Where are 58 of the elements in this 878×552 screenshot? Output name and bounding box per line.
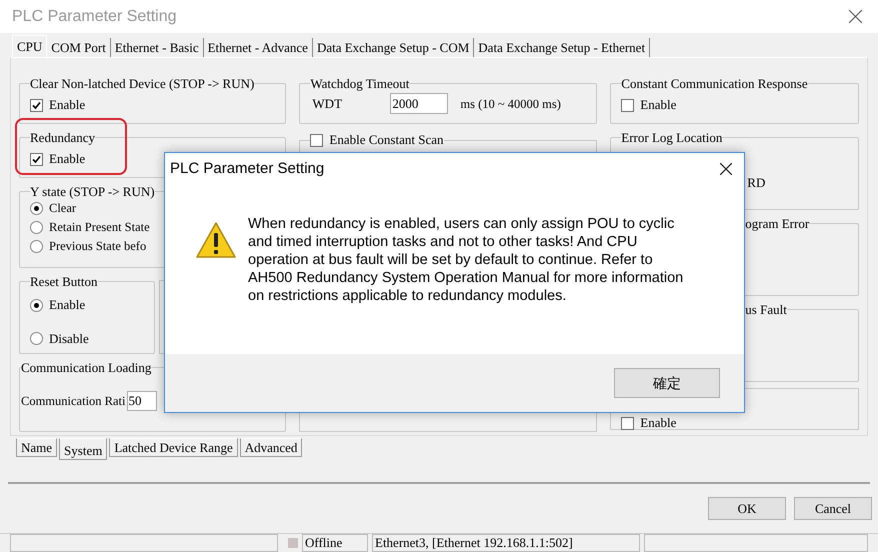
- status-connection: Ethernet3, [Ethernet 192.168.1.1:502]: [372, 534, 640, 552]
- confirm-button[interactable]: 確定: [614, 368, 720, 398]
- checkbox[interactable]: [30, 152, 43, 166]
- tab[interactable]: Data Exchange Setup - Ethernet: [474, 38, 650, 58]
- tab[interactable]: Ethernet - Advance: [204, 38, 313, 58]
- group-title: Clear Non-latched Device (STOP -> RUN): [30, 76, 254, 92]
- tab[interactable]: Name: [16, 438, 58, 458]
- checkbox-label: Enable: [640, 414, 676, 432]
- option-label: RD: [747, 175, 766, 190]
- radio-button[interactable]: [30, 332, 43, 346]
- field-label: Communication Rati: [21, 393, 126, 410]
- tab[interactable]: Data Exchange Setup - COM: [312, 38, 474, 58]
- window-title: PLC Parameter Setting: [12, 6, 177, 27]
- checkbox[interactable]: [30, 98, 43, 112]
- group-title: us Fault: [745, 302, 787, 318]
- radio-label: Clear: [49, 201, 76, 216]
- tab[interactable]: CPU: [12, 35, 48, 58]
- ratio-field[interactable]: 50: [126, 391, 157, 412]
- radio-label: Retain Present State: [49, 220, 150, 236]
- status-square-icon: [288, 538, 298, 548]
- dialog-title: PLC Parameter Setting: [170, 158, 324, 179]
- group-title: Redundancy: [30, 130, 95, 146]
- group-title: Watchdog Timeout: [310, 76, 410, 92]
- wdt-label: WDT: [312, 95, 344, 114]
- radio-button[interactable]: [30, 298, 43, 312]
- radio-label: Enable: [49, 296, 86, 314]
- checkbox-label: Enable: [49, 96, 86, 114]
- group-title: Reset Button: [30, 274, 98, 290]
- tab[interactable]: Advanced: [240, 438, 302, 458]
- tab[interactable]: COM Port: [47, 38, 111, 58]
- checkbox[interactable]: [621, 416, 634, 430]
- checkbox-label: Enable: [640, 96, 676, 114]
- unit-label: ms (10 ~ 40000 ms): [460, 96, 561, 113]
- tab[interactable]: Ethernet - Basic: [110, 38, 204, 58]
- radio-button[interactable]: [30, 202, 43, 216]
- wdt-field[interactable]: 2000: [390, 93, 448, 114]
- radio-button[interactable]: [30, 240, 43, 254]
- dialog-button[interactable]: Cancel: [794, 496, 872, 520]
- tab[interactable]: System: [59, 438, 108, 460]
- group-title: Communication Loading: [21, 360, 152, 376]
- group-title: Error Log Location: [621, 130, 722, 146]
- group-title: Constant Communication Response: [621, 76, 808, 92]
- checkbox-label: Enable Constant Scan: [329, 131, 444, 150]
- checkbox-label: Enable: [49, 150, 86, 168]
- radio-label: Previous State befo: [49, 239, 146, 254]
- group-title: ogram Error: [745, 216, 810, 232]
- checkbox[interactable]: [621, 98, 634, 112]
- radio-button[interactable]: [30, 221, 43, 234]
- tab[interactable]: Latched Device Range: [109, 438, 238, 458]
- radio-label: Disable: [49, 330, 89, 348]
- checkbox[interactable]: [310, 134, 324, 147]
- dialog-button[interactable]: OK: [708, 496, 786, 520]
- status-mode: Offline: [302, 534, 368, 552]
- close-icon[interactable]: [849, 10, 862, 24]
- dialog-message: When redundancy is enabled, users can only assign POU to cyclic and timed interruption tasks and not to other tasks! And CPU operation at bus fault will be set by default to continue. Refer to AH500 Redundancy System Operation Manual for more information on restrictions applicable to redundancy modules.: [248, 215, 684, 305]
- close-icon[interactable]: [720, 163, 732, 175]
- warning-icon: [195, 221, 237, 259]
- group-title: Y state (STOP -> RUN): [30, 184, 155, 200]
